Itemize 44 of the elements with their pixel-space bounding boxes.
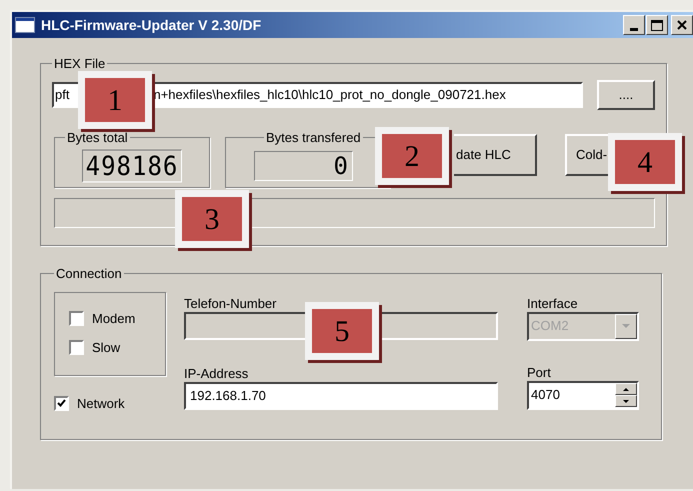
checkbox[interactable]: Modem bbox=[69, 308, 165, 328]
callout-badge: 2 bbox=[375, 127, 449, 185]
callout-badge: 3 bbox=[175, 190, 249, 248]
ip-address-field[interactable]: 192.168.1.70 bbox=[184, 382, 498, 410]
field-label: Interface bbox=[527, 294, 579, 312]
close-button[interactable] bbox=[671, 15, 693, 35]
port-value: 4070 bbox=[531, 386, 560, 404]
callout-badge: 1 bbox=[78, 71, 152, 129]
lcd-display: 0 bbox=[254, 151, 353, 181]
maximize-icon bbox=[651, 20, 663, 30]
group-title: Bytes transfered bbox=[265, 128, 362, 147]
file-path-text: n+hexfiles\hexfiles_hlc10\hlc10_prot_no_dongle_090721.hex bbox=[153, 86, 506, 104]
group-title: HEX File bbox=[53, 55, 106, 73]
minimize-button[interactable] bbox=[623, 15, 645, 35]
window-icon bbox=[15, 17, 35, 33]
checkbox-box[interactable] bbox=[69, 310, 84, 326]
browse-button[interactable]: .... bbox=[597, 80, 655, 110]
cold-start-button[interactable]: Cold- bbox=[565, 134, 608, 176]
checkbox[interactable]: Slow bbox=[69, 338, 165, 358]
checkbox[interactable]: Network bbox=[54, 394, 125, 413]
caret-icon bbox=[622, 324, 630, 328]
check-icon bbox=[57, 399, 66, 408]
spin-down-button[interactable] bbox=[615, 395, 637, 407]
field-label: IP-Address bbox=[184, 364, 250, 382]
update-button[interactable]: date HLC bbox=[454, 134, 537, 176]
checkbox-box[interactable] bbox=[54, 396, 69, 411]
field-label: Telefon-Number bbox=[184, 294, 278, 312]
spin-up-button[interactable] bbox=[615, 383, 637, 395]
group-title: Connection bbox=[55, 265, 123, 283]
minimize-icon bbox=[630, 28, 638, 31]
maximize-button[interactable] bbox=[646, 15, 668, 35]
file-path-text: pft bbox=[55, 86, 70, 104]
field-label: Port bbox=[527, 364, 552, 380]
ip-address-text: 192.168.1.70 bbox=[190, 386, 266, 405]
checkbox-box[interactable] bbox=[69, 340, 84, 356]
lcd-display: 498186 bbox=[82, 150, 182, 182]
group-title: Bytes total bbox=[66, 128, 129, 147]
callout-badge: 5 bbox=[305, 302, 379, 360]
window-title: HLC-Firmware-Updater V 2.30/DF bbox=[41, 16, 262, 35]
callout-badge: 4 bbox=[608, 133, 682, 191]
close-icon bbox=[677, 20, 687, 30]
up-arrow-icon bbox=[623, 388, 629, 390]
down-arrow-icon bbox=[623, 400, 629, 402]
port-spinner[interactable]: 4070 bbox=[527, 380, 639, 410]
